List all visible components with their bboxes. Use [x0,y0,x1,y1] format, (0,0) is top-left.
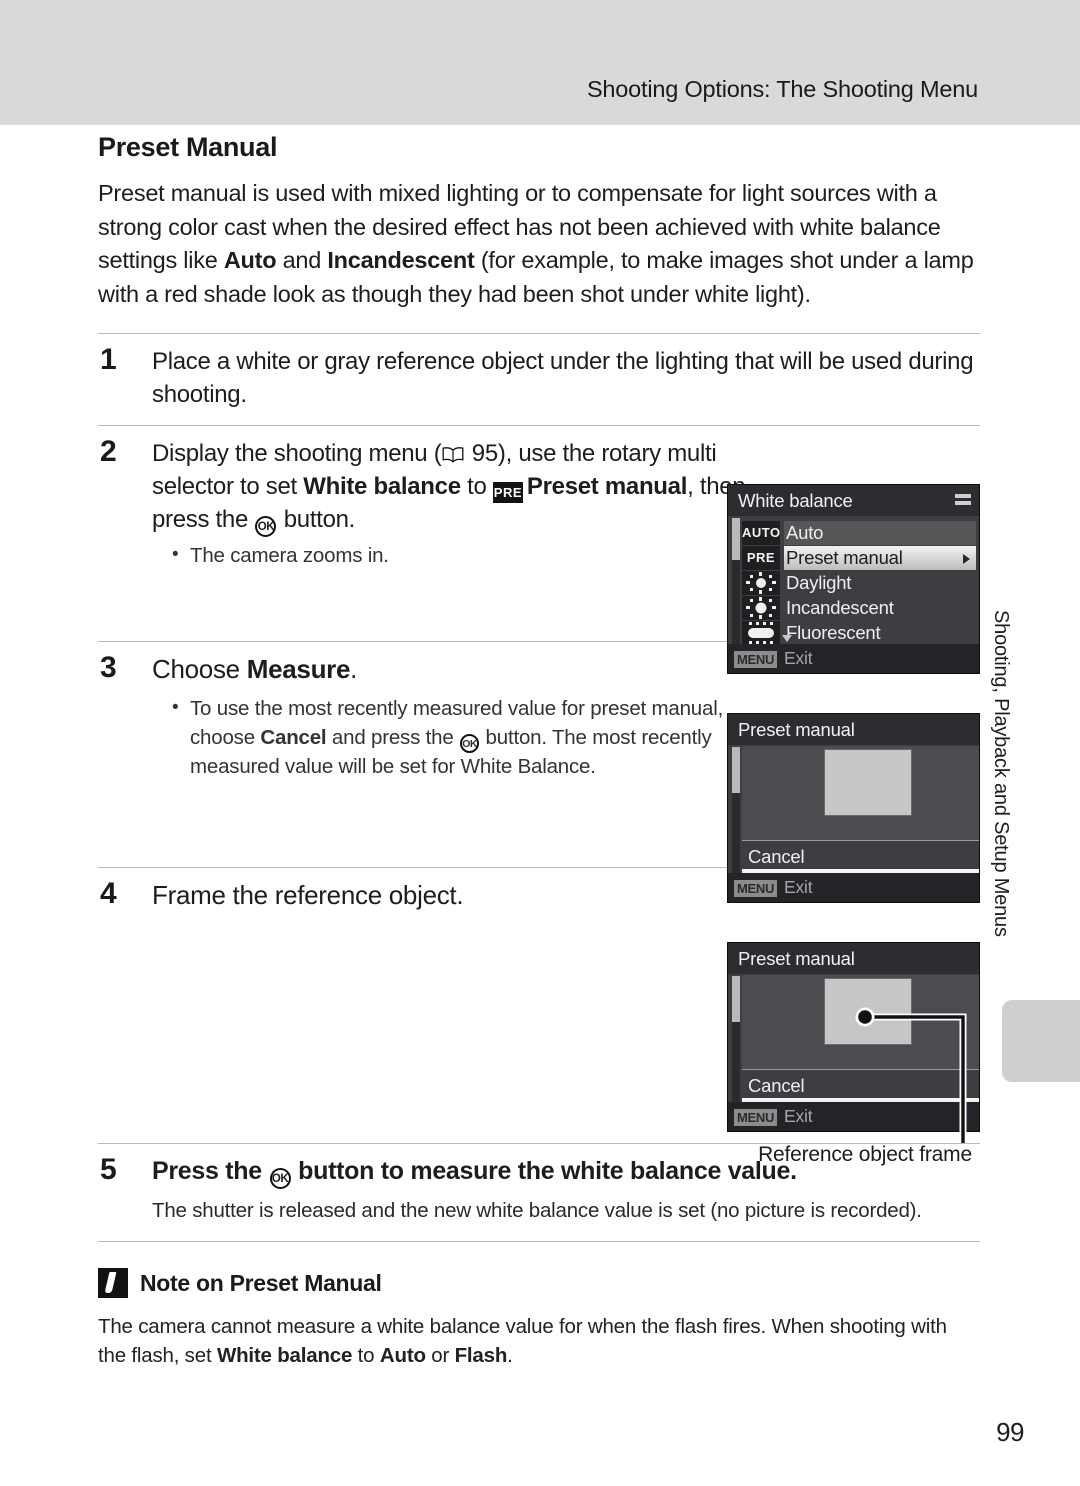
wb-item-label: Incandescent [786,597,894,618]
step-2-bold-white-balance: White balance [303,473,461,500]
reference-object-swatch [824,749,912,816]
step-1: 1 Place a white or gray reference object… [98,343,980,411]
fluorescent-tube-icon [742,621,780,645]
running-header-title: Shooting Options: The Shooting Menu [586,76,978,102]
option-cancel[interactable]: Cancel [742,844,979,869]
intro-bold-auto: Auto [223,247,277,273]
menu-badge-icon: MENU [734,1109,778,1126]
page-number: 99 [996,1417,1024,1447]
step-5-subtext: The shutter is released and the new whit… [152,1199,922,1222]
menu-badge-icon: MENU [734,880,778,897]
separator-rule-6 [98,1241,980,1242]
note-bold-auto: Auto [379,1344,426,1367]
note-text-4: . [507,1344,513,1367]
note-title: Note on Preset Manual [140,1269,382,1296]
wb-item-preset-manual[interactable]: PRE Preset manual [742,546,976,571]
step-2-text-e: button. [277,506,356,533]
option-cancel[interactable]: Cancel [742,1073,979,1098]
scrollbar-thumb[interactable] [732,518,740,560]
separator-rule-1 [98,333,980,334]
ok-button-icon: OK [460,733,480,753]
incandescent-bulb-icon [742,596,780,620]
step-3-text-b: . [350,654,358,684]
step-3-bullet-1: To use the most recently measured value … [172,694,750,781]
wb-item-label: Auto [786,522,824,543]
wb-item-fluorescent[interactable]: Fluorescent [742,621,976,646]
intro-text-2: and [276,247,328,273]
camera-screen-preset-manual-1: Preset manual Cancel Measure MENU Exit [727,713,980,903]
step-1-text: Place a white or gray reference object u… [152,348,974,408]
page-header-band [0,0,1080,125]
wb-item-label: Fluorescent [786,622,881,643]
menu-badge-icon: MENU [734,651,778,668]
step-2-number: 2 [100,435,117,468]
step-3-number: 3 [100,651,117,684]
preview-area [742,746,979,840]
callout-caption: Reference object frame [758,1143,972,1166]
separator-rule-2 [98,425,980,426]
daylight-sun-icon [742,571,780,595]
scrollbar-thumb[interactable] [732,976,740,1022]
wb-item-auto[interactable]: AUTO Auto [742,521,976,546]
chevron-down-icon [782,635,792,642]
step-3-bold-cancel: Cancel [260,725,327,749]
step-5-text-b: button to measure the white balance valu… [291,1157,797,1185]
step-2-text-a: Display the shooting menu ( [152,440,442,467]
pre-badge-icon: PRE [742,546,780,570]
wb-item-label: Daylight [786,572,852,593]
step-2-page-ref: 95 [471,440,498,467]
divider-line [742,1069,979,1070]
pre-badge-icon: PRE [492,482,523,503]
wb-item-daylight[interactable]: Daylight [742,571,976,596]
ok-button-icon: OK [255,516,277,537]
chevron-right-icon [963,554,970,564]
preview-area [742,975,979,1069]
auto-badge-icon: AUTO [742,521,780,545]
exit-label: Exit [784,877,813,897]
wb-item-label: Preset manual [786,547,903,568]
screen-scrollbar[interactable] [732,518,740,644]
scrollbar-thumb[interactable] [732,747,740,793]
intro-paragraph: Preset manual is used with mixed lightin… [98,177,980,311]
step-4-number: 4 [100,877,117,910]
exit-label: Exit [784,648,813,668]
page-title: Preset Manual [98,132,278,162]
note-text-2: to [352,1344,380,1367]
ok-button-icon: OK [269,1168,291,1189]
step-5-number: 5 [100,1153,117,1186]
step-3-text-a: Choose [152,654,247,684]
step-2-text-c: to [460,473,493,500]
step-2-bold-preset-manual: Preset manual [526,473,688,500]
step-3-bullet-text-b: and press the [326,725,460,749]
book-page-icon [442,446,464,463]
step-2-text: Display the shooting menu ( 95), use the… [152,437,752,537]
screen-title: Preset manual [738,948,855,969]
exit-label: Exit [784,1106,813,1126]
note-bold-flash: Flash [454,1344,508,1367]
menu-lines-icon [955,494,971,506]
camera-screen-white-balance: White balance AUTO Auto PRE Preset manua… [727,484,980,674]
step-3-bold-measure: Measure [246,654,351,684]
divider-line [742,840,979,841]
wb-item-incandescent[interactable]: Incandescent [742,596,976,621]
intro-bold-incandescent: Incandescent [327,247,475,273]
screen-title: Preset manual [738,719,855,740]
note-section: Note on Preset Manual The camera cannot … [98,1268,980,1370]
section-tab-marker [1002,1000,1080,1082]
note-body: The camera cannot measure a white balanc… [98,1312,980,1370]
note-bold-white-balance: White balance [216,1344,353,1367]
pencil-note-icon [98,1268,128,1298]
section-side-tab-label: Shooting, Playback and Setup Menus [990,610,1012,937]
reference-object-swatch [824,978,912,1045]
camera-screen-preset-manual-2: Preset manual Cancel Measure MENU Exit [727,942,980,1132]
step-1-number: 1 [100,343,117,376]
note-heading: Note on Preset Manual [98,1268,980,1298]
note-text-3: or [425,1344,455,1367]
step-5-text-a: Press the [152,1157,269,1185]
screen-title: White balance [738,490,853,511]
